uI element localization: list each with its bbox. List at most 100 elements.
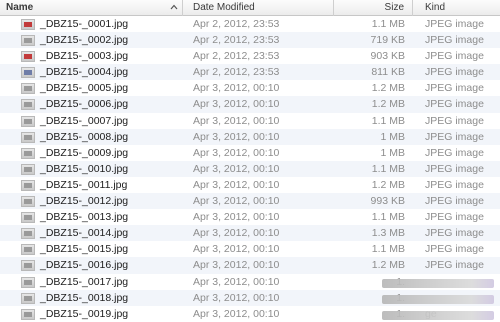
file-row[interactable]: _DBZ15-_0007.jpg Apr 3, 2012, 00:10 1.1 MB… [0, 113, 500, 129]
file-row[interactable]: _DBZ15-_0014.jpg Apr 3, 2012, 00:10 1.3 MB… [0, 225, 500, 242]
file-date-modified: Apr 3, 2012, 00:10 [193, 82, 280, 95]
file-row[interactable]: _DBZ15-_0008.jpg Apr 3, 2012, 00:10 1 MB JP… [0, 128, 500, 145]
file-date-modified: Apr 3, 2012, 00:10 [193, 243, 280, 256]
file-row[interactable]: _DBZ15-_0016.jpg Apr 3, 2012, 00:10 1.2 MB… [0, 257, 500, 274]
file-date-modified: Apr 3, 2012, 00:10 [193, 178, 280, 191]
file-kind: JPEG image [425, 82, 484, 95]
file-size: 719 KB [370, 34, 405, 47]
file-date-modified: Apr 3, 2012, 00:10 [193, 195, 280, 208]
redaction-overlay [382, 294, 494, 304]
file-name: _DBZ15-_0016.jpg [40, 259, 129, 272]
jpeg-thumbnail-icon [21, 51, 35, 63]
file-size: 993 KB [370, 195, 405, 208]
jpeg-thumbnail-icon [21, 276, 35, 288]
file-size: 1.2 MB [371, 82, 405, 95]
file-row[interactable]: _DBZ15-_0003.jpg Apr 2, 2012, 23:53 903 KB… [0, 48, 500, 64]
file-kind: JPEG image [425, 227, 484, 240]
jpeg-thumbnail-icon [21, 115, 35, 127]
file-name: _DBZ15-_0002.jpg [40, 34, 129, 47]
file-name: _DBZ15-_0008.jpg [40, 130, 129, 143]
jpeg-thumbnail-icon [21, 228, 35, 240]
jpeg-thumbnail-icon [21, 67, 35, 79]
file-size: 1.1 MB [371, 18, 405, 30]
file-rows: _DBZ15-_0001.jpg Apr 2, 2012, 23:53 1.1 MB… [0, 16, 500, 322]
column-header-name[interactable]: Name [0, 0, 183, 16]
jpeg-thumbnail-icon [21, 196, 35, 208]
file-size: 1.1 MB [371, 114, 405, 127]
file-date-modified: Apr 3, 2012, 00:10 [193, 162, 280, 175]
file-date-modified: Apr 2, 2012, 23:53 [193, 18, 280, 30]
file-name: _DBZ15-_0012.jpg [40, 195, 129, 208]
file-name: _DBZ15-_0013.jpg [40, 211, 129, 224]
column-header-kind[interactable]: Kind [413, 0, 500, 16]
jpeg-thumbnail-icon [21, 35, 35, 47]
file-row[interactable]: _DBZ15-_0015.jpg Apr 3, 2012, 00:10 1.1 MB… [0, 241, 500, 257]
file-list-window: Name Date Modified Size Kind _DBZ15-_000… [0, 0, 500, 322]
file-date-modified: Apr 2, 2012, 23:53 [193, 34, 280, 47]
jpeg-thumbnail-icon [21, 131, 35, 143]
file-date-modified: Apr 3, 2012, 00:10 [193, 259, 280, 272]
jpeg-thumbnail-icon [21, 163, 35, 175]
file-kind: JPEG image [425, 98, 484, 111]
file-size: 1.1 MB [371, 243, 405, 256]
jpeg-thumbnail-icon [21, 99, 35, 111]
file-size: 811 KB [371, 66, 405, 79]
file-row[interactable]: _DBZ15-_0017.jpgApr 3, 2012, 00:101. [0, 274, 500, 290]
jpeg-thumbnail-icon [21, 244, 35, 256]
file-kind: JPEG image [425, 66, 484, 79]
file-size: 1 MB [380, 130, 405, 143]
file-date-modified: Apr 3, 2012, 00:10 [193, 275, 280, 288]
file-row[interactable]: _DBZ15-_0001.jpg Apr 2, 2012, 23:53 1.1 MB… [0, 16, 500, 32]
file-date-modified: Apr 3, 2012, 00:10 [193, 114, 280, 127]
file-row[interactable]: _DBZ15-_0019.jpgApr 3, 2012, 00:101.ge [0, 306, 500, 322]
file-kind: JPEG image [425, 130, 484, 143]
file-name: _DBZ15-_0003.jpg [40, 50, 129, 63]
file-size: 1.2 MB [371, 259, 405, 272]
file-size: 1.2 MB [371, 98, 405, 111]
file-date-modified: Apr 2, 2012, 23:53 [193, 50, 280, 63]
file-date-modified: Apr 3, 2012, 00:10 [193, 146, 280, 159]
file-kind: JPEG image [425, 114, 484, 127]
file-row[interactable]: _DBZ15-_0005.jpg Apr 3, 2012, 00:10 1.2 MB… [0, 80, 500, 96]
file-kind: JPEG image [425, 50, 484, 63]
file-date-modified: Apr 3, 2012, 00:10 [193, 307, 280, 320]
file-row[interactable]: _DBZ15-_0002.jpg Apr 2, 2012, 23:53 719 KB… [0, 32, 500, 49]
jpeg-thumbnail-icon [21, 292, 35, 304]
jpeg-thumbnail-icon [21, 19, 35, 30]
file-date-modified: Apr 3, 2012, 00:10 [193, 98, 280, 111]
jpeg-thumbnail-icon [21, 179, 35, 191]
file-kind: JPEG image [425, 243, 484, 256]
file-name: _DBZ15-_0009.jpg [40, 146, 129, 159]
file-kind: JPEG image [425, 178, 484, 191]
column-header-bar: Name Date Modified Size Kind [0, 0, 500, 16]
file-name: _DBZ15-_0005.jpg [40, 82, 129, 95]
file-kind: JPEG image [425, 211, 484, 224]
file-row[interactable]: _DBZ15-_0018.jpgApr 3, 2012, 00:101. [0, 289, 500, 306]
file-name: _DBZ15-_0018.jpg [40, 291, 129, 304]
file-row[interactable]: _DBZ15-_0004.jpg Apr 2, 2012, 23:53 811 KB… [0, 64, 500, 81]
file-size: 1.3 MB [371, 227, 405, 240]
column-header-date-modified[interactable]: Date Modified [183, 0, 333, 16]
file-row[interactable]: _DBZ15-_0012.jpg Apr 3, 2012, 00:10 993 KB… [0, 193, 500, 210]
file-kind: JPEG image [425, 162, 484, 175]
file-row[interactable]: _DBZ15-_0013.jpg Apr 3, 2012, 00:10 1.1 MB… [0, 209, 500, 225]
jpeg-thumbnail-icon [21, 212, 35, 224]
file-name: _DBZ15-_0006.jpg [40, 98, 129, 111]
file-name: _DBZ15-_0011.jpg [40, 178, 128, 191]
redaction-overlay [382, 278, 494, 288]
file-size: 903 KB [370, 50, 405, 63]
file-name: _DBZ15-_0001.jpg [40, 18, 129, 30]
file-kind: JPEG image [425, 195, 484, 208]
file-size: 1 MB [380, 146, 405, 159]
file-name: _DBZ15-_0017.jpg [40, 275, 129, 288]
file-name: _DBZ15-_0015.jpg [40, 243, 129, 256]
file-kind: JPEG image [425, 18, 484, 30]
sort-chevron-up-icon[interactable] [170, 3, 178, 11]
column-header-size[interactable]: Size [333, 0, 413, 16]
file-row[interactable]: _DBZ15-_0006.jpg Apr 3, 2012, 00:10 1.2 MB… [0, 96, 500, 113]
file-row[interactable]: _DBZ15-_0009.jpg Apr 3, 2012, 00:10 1 MB JP… [0, 145, 500, 161]
file-name: _DBZ15-_0010.jpg [40, 162, 129, 175]
file-row[interactable]: _DBZ15-_0011.jpg Apr 3, 2012, 00:10 1.2 MB… [0, 177, 500, 193]
file-date-modified: Apr 2, 2012, 23:53 [193, 66, 280, 79]
file-row[interactable]: _DBZ15-_0010.jpg Apr 3, 2012, 00:10 1.1 MB… [0, 160, 500, 177]
